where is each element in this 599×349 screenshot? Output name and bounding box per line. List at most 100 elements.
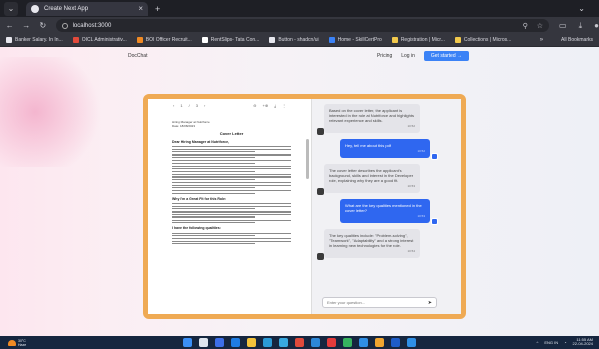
- site-logo[interactable]: DocChat: [128, 53, 147, 59]
- bookmark-item[interactable]: Home - SkillCertPro: [328, 37, 382, 43]
- app-frame: ‹ 1 / 3 › ⊖ +⊕ ⤓ ⋮ Hiring Manager at Nut…: [143, 94, 466, 319]
- bookmark-label: Collections | Micros...: [463, 37, 512, 43]
- tab-title: Create Next App: [44, 5, 89, 12]
- tray-chevron-icon[interactable]: ^: [536, 340, 538, 345]
- doc-heading: Dear Hiring Manager at Nutriforce,: [172, 140, 229, 144]
- get-started-button[interactable]: Get started →: [423, 51, 469, 61]
- store-app-icon[interactable]: [279, 338, 288, 347]
- tab-search-icon[interactable]: ⌄: [4, 1, 18, 16]
- bookmarks-bar: Banker Salary. In In... OICL Administrati…: [0, 34, 599, 47]
- bookmark-item[interactable]: Registration | Micr...: [391, 37, 445, 43]
- doc-text-line: [172, 173, 291, 176]
- send-icon[interactable]: ➤: [428, 300, 432, 306]
- files-app-icon[interactable]: [215, 338, 224, 347]
- doc-text-line: [172, 156, 256, 159]
- new-tab-button[interactable]: +: [155, 4, 160, 14]
- bookmark-label: Banker Salary. In In...: [15, 37, 63, 43]
- chrome-app-icon[interactable]: [295, 338, 304, 347]
- address-bar[interactable]: localhost:3000 ⚲ ☆: [55, 19, 550, 32]
- message-text: What are the key qualities mentioned in …: [345, 203, 422, 213]
- zoom-in-icon[interactable]: +⊕: [263, 103, 269, 108]
- forward-icon[interactable]: →: [20, 21, 34, 30]
- tab-close-icon[interactable]: ×: [138, 4, 143, 13]
- bookmark-item[interactable]: Collections | Micros...: [454, 37, 512, 43]
- bookmark-label: Registration | Micr...: [400, 37, 445, 43]
- doc-paragraph: I have the following qualities:: [172, 225, 291, 237]
- chrome2-app-icon[interactable]: [343, 338, 352, 347]
- all-bookmarks-button[interactable]: All Bookmarks: [561, 37, 593, 43]
- doc-paragraph: [172, 219, 291, 224]
- doc-text-line: [172, 154, 291, 156]
- vscode-app-icon[interactable]: [359, 338, 368, 347]
- bookmark-item[interactable]: Banker Salary. In In...: [6, 37, 63, 43]
- message-time: 10:52: [407, 124, 415, 128]
- doc-text-line: [172, 168, 291, 170]
- language-indicator[interactable]: ENG IN: [544, 340, 558, 345]
- nav-pricing[interactable]: Pricing: [377, 53, 392, 59]
- assistant-message: Based on the cover letter, the applicant…: [317, 104, 420, 135]
- background-blob: [0, 57, 110, 167]
- doc-text-line: [172, 235, 256, 237]
- doc-text-line: [172, 190, 291, 192]
- bookmark-favicon-icon: [328, 37, 335, 43]
- download-pdf-icon[interactable]: ⤓: [274, 103, 276, 108]
- bookmark-item[interactable]: OICL Administrativ...: [72, 37, 127, 43]
- app13-app-icon[interactable]: [407, 338, 416, 347]
- search-app-icon[interactable]: [199, 338, 208, 347]
- explorer-app-icon[interactable]: [247, 338, 256, 347]
- url-text[interactable]: localhost:3000: [73, 23, 523, 29]
- reload-icon[interactable]: ↻: [36, 21, 50, 30]
- zoom-icon[interactable]: ⚲: [523, 22, 528, 30]
- sidepanel-icon[interactable]: ▭: [559, 21, 567, 31]
- photos-app-icon[interactable]: [263, 338, 272, 347]
- bookmark-item[interactable]: Button - shadcn/ui: [269, 37, 319, 43]
- pdf-page: Hiring Manager at Nutriforce Date: 18/08/…: [148, 112, 311, 245]
- bookmarks-more-button[interactable]: »: [540, 37, 543, 43]
- bookmark-item[interactable]: BOI Officer Recruit...: [136, 37, 192, 43]
- site-info-icon[interactable]: [61, 22, 68, 29]
- next-page-icon[interactable]: ›: [204, 103, 205, 108]
- more-icon[interactable]: ⋮: [282, 103, 286, 108]
- doc-text-line: [172, 211, 291, 213]
- youtube-app-icon[interactable]: [327, 338, 336, 347]
- doc-paragraph: [172, 173, 291, 181]
- pdf-scrollbar[interactable]: [306, 139, 309, 179]
- download-icon[interactable]: ⤓: [579, 21, 583, 31]
- app12-app-icon[interactable]: [391, 338, 400, 347]
- tab-favicon-icon: [31, 4, 39, 13]
- chat-panel: Based on the cover letter, the applicant…: [312, 99, 461, 314]
- back-icon[interactable]: ←: [3, 21, 17, 30]
- bookmark-star-icon[interactable]: ☆: [537, 22, 543, 30]
- minimize-icon[interactable]: ⌄: [578, 4, 585, 13]
- user-avatar-icon: [431, 218, 438, 225]
- weather-temp: 30°C: [18, 338, 26, 343]
- weather-widget[interactable]: 30°C Haze: [8, 339, 26, 347]
- profile-icon[interactable]: ●: [594, 21, 599, 31]
- app11-app-icon[interactable]: [375, 338, 384, 347]
- chat-input-box[interactable]: ➤: [322, 297, 437, 308]
- prev-page-icon[interactable]: ‹: [173, 103, 174, 108]
- doc-text-line: [172, 182, 291, 184]
- doc-text-line: [172, 151, 256, 153]
- page-total: 3: [195, 103, 198, 108]
- browser-tab[interactable]: Create Next App ×: [26, 1, 148, 16]
- doc-paragraph: [172, 165, 291, 172]
- mail-app-icon[interactable]: [231, 338, 240, 347]
- nav-login[interactable]: Log in: [401, 53, 415, 59]
- bookmark-favicon-icon: [136, 37, 143, 43]
- zoom-out-icon[interactable]: ⊖: [253, 103, 256, 108]
- doc-text-line: [172, 219, 291, 221]
- message-text: Based on the cover letter, the applicant…: [329, 108, 414, 123]
- wifi-icon[interactable]: ◔: [564, 340, 566, 345]
- edge-app-icon[interactable]: [311, 338, 320, 347]
- windows-taskbar: 30°C Haze ^ ENG IN ◔ 11:55 AM 22-04-2024: [0, 336, 599, 349]
- bookmark-favicon-icon: [6, 37, 12, 43]
- doc-heading: Why I'm a Great Fit for this Role:: [172, 196, 227, 201]
- page-number[interactable]: 1: [180, 103, 182, 108]
- clock[interactable]: 11:55 AM 22-04-2024: [573, 338, 593, 346]
- chat-input[interactable]: [327, 300, 428, 305]
- doc-paragraph: [172, 182, 291, 189]
- bookmark-item[interactable]: RentSlips- Tata Con...: [201, 37, 259, 43]
- windows-app-icon[interactable]: [183, 338, 192, 347]
- chat-messages: Based on the cover letter, the applicant…: [317, 104, 453, 260]
